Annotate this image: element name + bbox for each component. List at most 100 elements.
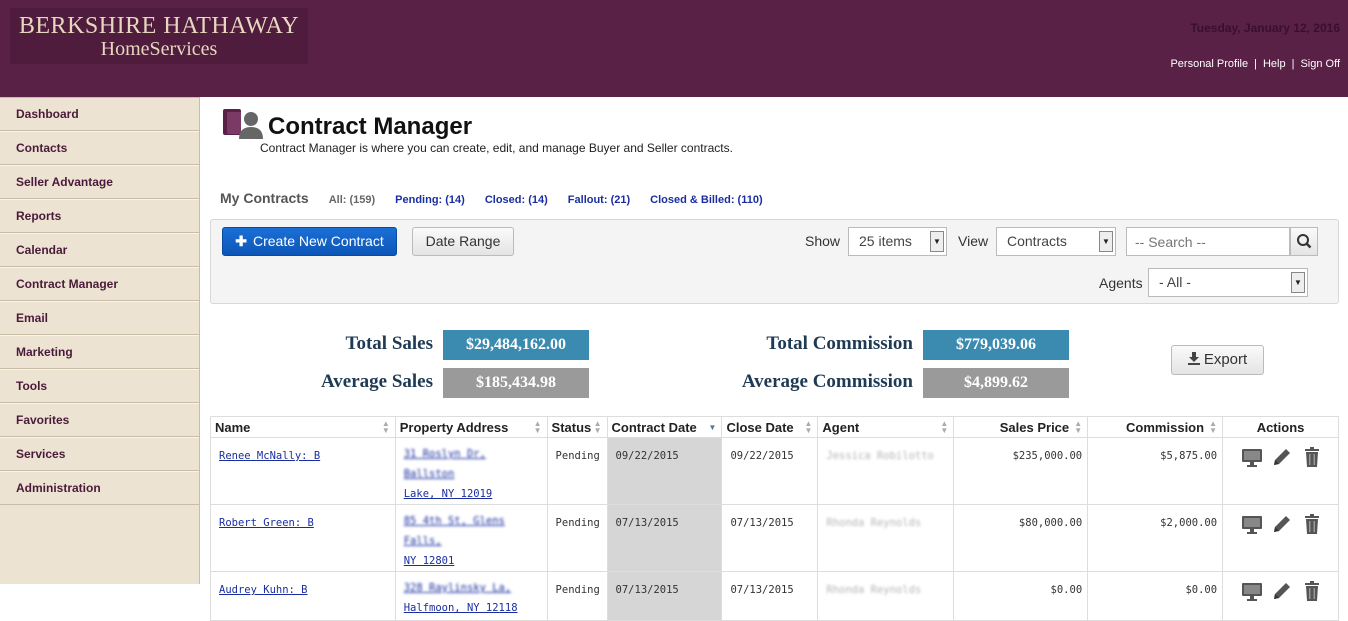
contract-filters: My Contracts All: (159) Pending: (14) Cl… [220,190,783,206]
agents-select[interactable]: - All - ▼ [1148,268,1308,297]
edit-pencil-icon[interactable] [1271,446,1293,468]
average-sales-label: Average Sales [320,371,433,392]
trash-icon[interactable] [1301,513,1323,535]
name-cell: Renee McNally: B [210,437,396,505]
status-cell: Pending [546,571,608,621]
contracts-toolbar: ✚ Create New Contract Date Range Show 25 … [210,219,1339,304]
sort-desc-icon: ▼ [708,423,717,432]
property-address-link[interactable]: 328 Raylinsky La, Halfmoon, NY 12118 [404,582,518,614]
sales-price-cell: $80,000.00 [953,504,1089,572]
show-items-select[interactable]: 25 items ▼ [848,227,947,256]
sidebar-item-email[interactable]: Email [0,301,199,335]
sidebar-item-services[interactable]: Services [0,437,199,471]
column-header-name[interactable]: Name ▲ ▼ [210,416,396,438]
contract-date-cell: 07/13/2015 [606,571,723,621]
view-value: Contracts [1007,233,1067,249]
link-separator: | [1254,58,1257,70]
column-header-actions: Actions [1222,416,1339,438]
agent-cell: Rhonda Reynolds [817,504,955,572]
filter-pending[interactable]: Pending: (14) [395,194,465,206]
table-row: Renee McNally: B 31 Roslyn Dr, Ballston La… [210,437,1339,505]
download-icon [1187,352,1200,365]
column-header-status[interactable]: Status ▲ ▼ [546,416,608,438]
total-commission-value: $779,039.06 [923,330,1069,360]
sort-icon: ▲ ▼ [533,419,542,435]
search-input[interactable] [1126,227,1290,256]
sidebar-item-contract-manager[interactable]: Contract Manager [0,267,199,301]
filter-closed[interactable]: Closed: (14) [485,194,548,206]
table-row: Audrey Kuhn: B 328 Raylinsky La, Halfmoon,… [210,571,1339,621]
show-items-value: 25 items [859,233,912,249]
sidebar-item-reports[interactable]: Reports [0,199,199,233]
property-address-link[interactable]: 31 Roslyn Dr, Ballston Lake, NY 12019 [404,448,493,500]
sidebar-item-seller-advantage[interactable]: Seller Advantage [0,165,199,199]
logo-line-2: HomeServices [100,38,218,60]
personal-profile-link[interactable]: Personal Profile [1170,58,1248,70]
commission-cell: $2,000.00 [1087,504,1224,572]
actions-cell [1222,571,1339,621]
show-label: Show [805,233,841,249]
close-date-cell: 09/22/2015 [721,437,819,505]
monitor-icon[interactable] [1241,446,1263,468]
sales-price-cell: $235,000.00 [953,437,1089,505]
sales-price-cell: $0.00 [953,571,1089,621]
contract-date-cell: 07/13/2015 [606,504,723,572]
view-select[interactable]: Contracts ▼ [996,227,1116,256]
column-header-commission[interactable]: Commission ▲ ▼ [1087,416,1224,438]
sign-off-link[interactable]: Sign Off [1300,58,1340,70]
column-label: Name [215,419,251,435]
trash-icon[interactable] [1301,580,1323,602]
sort-icon: ▲ ▼ [940,419,949,435]
edit-pencil-icon[interactable] [1271,580,1293,602]
property-address-link[interactable]: 85 4th St, Glens Falls, NY 12801 [404,515,505,567]
actions-cell [1222,504,1339,572]
export-label: Export [1203,351,1248,368]
address-line-2: Halfmoon, NY 12118 [403,602,518,614]
filter-all[interactable]: All: (159) [329,194,375,206]
contact-name-link[interactable]: Renee McNally: B [219,450,320,462]
name-cell: Robert Green: B [210,504,396,572]
sidebar-item-tools[interactable]: Tools [0,369,199,403]
search-button[interactable] [1290,227,1318,256]
trash-icon[interactable] [1301,446,1323,468]
sidebar-item-administration[interactable]: Administration [0,471,199,505]
address-cell: 31 Roslyn Dr, Ballston Lake, NY 12019 [394,437,548,505]
contact-name-link[interactable]: Audrey Kuhn: B [219,584,308,596]
column-header-agent[interactable]: Agent ▲ ▼ [817,416,955,438]
column-header-sales-price[interactable]: Sales Price ▲ ▼ [953,416,1089,438]
export-button[interactable]: Export [1171,345,1264,375]
sort-icon: ▲ ▼ [593,419,602,435]
sidebar-item-favorites[interactable]: Favorites [0,403,199,437]
column-label: Contract Date [611,419,697,435]
page-title: Contract Manager [268,113,473,140]
view-label: View [958,233,989,249]
edit-pencil-icon[interactable] [1271,513,1293,535]
sidebar-item-calendar[interactable]: Calendar [0,233,199,267]
sidebar-nav: Dashboard Contacts Seller Advantage Repo… [0,97,200,584]
sidebar-item-dashboard[interactable]: Dashboard [0,97,199,131]
monitor-icon[interactable] [1241,580,1263,602]
filter-closed-billed[interactable]: Closed & Billed: (110) [650,194,762,206]
sidebar-item-contacts[interactable]: Contacts [0,131,199,165]
column-header-close-date[interactable]: Close Date ▲ ▼ [721,416,819,438]
sort-icon: ▲ ▼ [381,419,390,435]
sort-icon: ▲ ▼ [804,419,813,435]
page-subtitle: Contract Manager is where you can create… [260,141,733,155]
header-links: Personal Profile | Help | Sign Off [1170,58,1340,70]
name-cell: Audrey Kuhn: B [210,571,396,621]
create-new-contract-button[interactable]: ✚ Create New Contract [222,227,397,256]
app-header: BERKSHIRE HATHAWAY HomeServices Tuesday,… [0,0,1348,97]
column-label: Close Date [726,419,794,435]
commission-cell: $5,875.00 [1087,437,1224,505]
help-link[interactable]: Help [1263,58,1286,70]
column-header-contract-date[interactable]: Contract Date ▼ [606,416,723,438]
address-line-1: 85 4th St, Glens Falls, [403,515,505,547]
contact-name-link[interactable]: Robert Green: B [219,517,314,529]
date-range-button[interactable]: Date Range [412,227,514,256]
column-header-property-address[interactable]: Property Address ▲ ▼ [394,416,548,438]
actions-cell [1222,437,1339,505]
filter-fallout[interactable]: Fallout: (21) [568,194,630,206]
company-logo[interactable]: BERKSHIRE HATHAWAY HomeServices [10,8,308,64]
sidebar-item-marketing[interactable]: Marketing [0,335,199,369]
monitor-icon[interactable] [1241,513,1263,535]
